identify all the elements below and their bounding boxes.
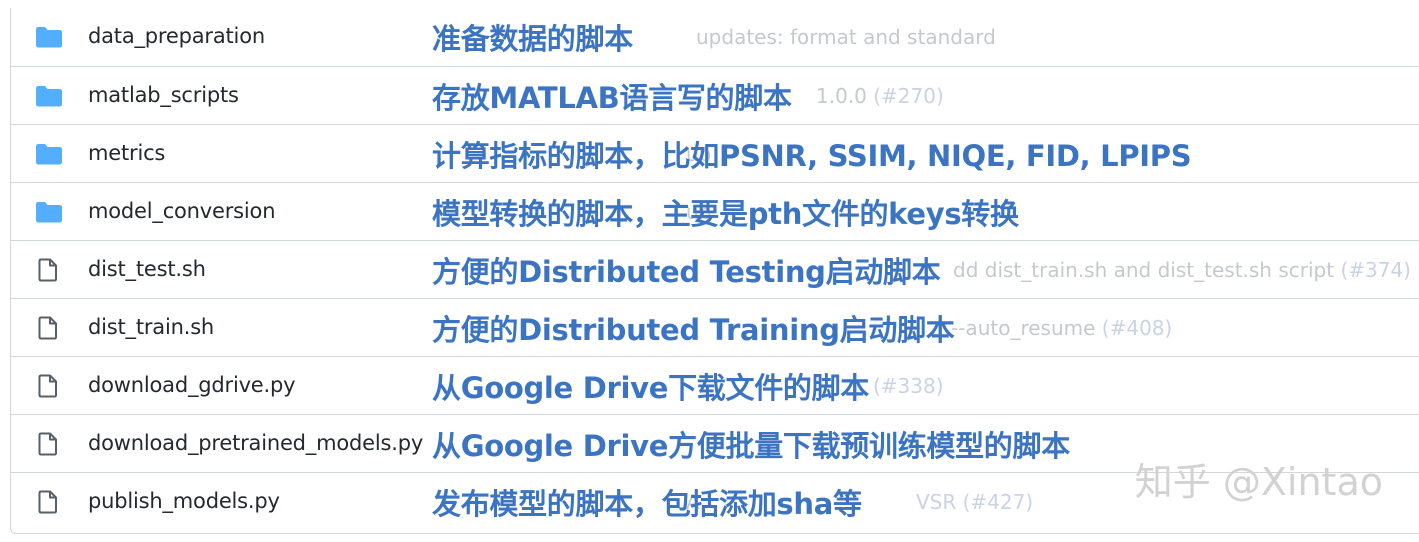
- commit-message-link[interactable]: --auto_resume (#408): [951, 316, 1172, 340]
- annotation-note: 从Google Drive下载文件的脚本: [432, 371, 870, 405]
- file-icon: [35, 432, 63, 456]
- annotation-note: 方便的Distributed Testing启动脚本: [432, 255, 941, 289]
- file-name-link[interactable]: dist_test.sh: [88, 257, 206, 281]
- annotation-note: 准备数据的脚本: [432, 22, 633, 56]
- list-item[interactable]: data_preparation updates: format and sta…: [11, 8, 1419, 66]
- annotation-note: 模型转换的脚本，主要是pth文件的keys转换: [432, 197, 1019, 231]
- folder-icon: [35, 84, 63, 108]
- commit-message-text: updates: format and standard: [696, 25, 996, 49]
- file-icon: [35, 258, 63, 282]
- annotation-note: 方便的Distributed Training启动脚本: [432, 313, 955, 347]
- pull-request-link[interactable]: (#338): [873, 374, 944, 398]
- file-icon: [35, 316, 63, 340]
- file-icon: [35, 374, 63, 398]
- folder-icon: [35, 25, 63, 49]
- folder-icon: [35, 200, 63, 224]
- pull-request-link[interactable]: (#270): [873, 84, 944, 108]
- commit-message-link[interactable]: (#338): [873, 374, 944, 398]
- file-name-link[interactable]: download_gdrive.py: [88, 373, 296, 397]
- file-name-link[interactable]: model_conversion: [88, 199, 276, 223]
- list-item[interactable]: dist_train.sh --auto_resume (#408) 方便的Di…: [11, 298, 1419, 356]
- pull-request-link[interactable]: (#374): [1340, 258, 1411, 282]
- commit-message-text: --auto_resume: [951, 316, 1096, 340]
- file-name-link[interactable]: download_pretrained_models.py: [88, 431, 423, 455]
- annotation-note: 计算指标的脚本，比如PSNR, SSIM, NIQE, FID, LPIPS: [432, 139, 1192, 173]
- list-item[interactable]: download_gdrive.py (#338) 从Google Drive下…: [11, 356, 1419, 414]
- commit-message-link[interactable]: dd dist_train.sh and dist_test.sh script…: [953, 258, 1411, 282]
- file-name-link[interactable]: matlab_scripts: [88, 83, 239, 107]
- file-name-link[interactable]: metrics: [88, 141, 165, 165]
- zhihu-watermark: 知乎 @Xintao: [1134, 460, 1383, 504]
- commit-message-text: dd dist_train.sh and dist_test.sh script: [953, 258, 1335, 282]
- list-item[interactable]: matlab_scripts 1.0.0 (#270) 存放MATLAB语言写的…: [11, 66, 1419, 124]
- commit-message-link[interactable]: updates: format and standard: [696, 25, 996, 49]
- pull-request-link[interactable]: VSR (#427): [916, 490, 1033, 514]
- folder-icon: [35, 142, 63, 166]
- commit-message-link[interactable]: VSR (#427): [916, 490, 1033, 514]
- file-name-link[interactable]: publish_models.py: [88, 489, 280, 513]
- list-item[interactable]: model_conversion up 模型转换的脚本，主要是pth文件的key…: [11, 182, 1419, 240]
- file-name-link[interactable]: dist_train.sh: [88, 315, 214, 339]
- list-item[interactable]: dist_test.sh dd dist_train.sh and dist_t…: [11, 240, 1419, 298]
- annotation-note: 发布模型的脚本，包括添加sha等: [432, 487, 862, 521]
- commit-message-text: 1.0.0: [816, 84, 867, 108]
- list-item[interactable]: metrics up 计算指标的脚本，比如PSNR, SSIM, NIQE, F…: [11, 124, 1419, 182]
- commit-message-link[interactable]: 1.0.0 (#270): [816, 84, 944, 108]
- file-icon: [35, 490, 63, 514]
- annotation-note: 从Google Drive方便批量下载预训练模型的脚本: [432, 429, 1070, 463]
- annotation-note: 存放MATLAB语言写的脚本: [432, 81, 792, 115]
- pull-request-link[interactable]: (#408): [1102, 316, 1173, 340]
- file-name-link[interactable]: data_preparation: [88, 24, 265, 48]
